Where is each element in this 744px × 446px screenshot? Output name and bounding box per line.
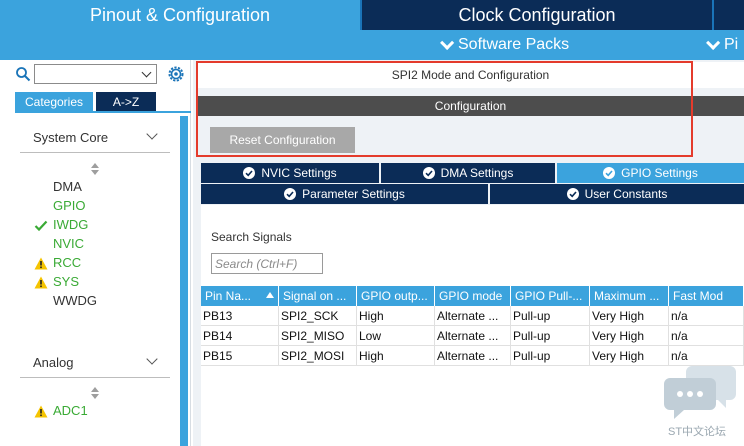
software-packs-label: Software Packs	[458, 36, 570, 53]
tab-clock-configuration[interactable]: Clock Configuration	[362, 0, 712, 30]
sort-icon[interactable]	[91, 163, 99, 175]
table-cell: Very High	[590, 326, 669, 346]
tab-pinout-configuration[interactable]: Pinout & Configuration	[0, 0, 360, 30]
table-cell: Low	[357, 326, 435, 346]
search-signals-label: Search Signals	[211, 230, 292, 244]
table-cell: n/a	[669, 326, 744, 346]
peripheral-item-dma[interactable]: DMA	[53, 179, 82, 194]
check-circle-icon	[243, 167, 256, 179]
pinout-menu[interactable]: Pi	[706, 30, 738, 60]
category-tab-underline	[15, 111, 191, 113]
table-cell: Alternate ...	[435, 306, 511, 326]
search-icon[interactable]	[15, 66, 31, 82]
peripheral-item-gpio[interactable]: GPIO	[53, 198, 86, 213]
column-header-label: GPIO Pull-...	[515, 289, 583, 303]
check-circle-icon	[566, 188, 579, 200]
column-header-label: Signal on ...	[283, 289, 347, 303]
tab-label: Parameter Settings	[302, 187, 405, 201]
table-cell: High	[357, 306, 435, 326]
system-core-header[interactable]: System Core	[33, 130, 108, 145]
tab-parameter-settings[interactable]: Parameter Settings	[201, 184, 488, 204]
peripheral-list-scrollbar[interactable]	[180, 116, 188, 446]
tab-label: DMA Settings	[440, 166, 514, 180]
peripheral-item-rcc[interactable]: RCC	[53, 255, 81, 270]
tab-nvic-settings[interactable]: NVIC Settings	[201, 163, 379, 183]
table-row[interactable]: PB15 SPI2_MOSI High Alternate ... Pull-up Ver…	[201, 346, 744, 366]
forum-watermark-text: ST中文论坛	[668, 426, 727, 438]
check-icon	[34, 220, 48, 232]
chevron-down-icon	[440, 35, 455, 50]
tab-dma-settings[interactable]: DMA Settings	[381, 163, 555, 183]
configuration-header: Configuration	[197, 96, 744, 116]
peripheral-item-adc1[interactable]: ADC1	[53, 403, 88, 418]
peripheral-search-combo[interactable]	[34, 64, 157, 84]
column-header[interactable]: Fast Mod	[669, 286, 744, 306]
table-cell: Pull-up	[511, 326, 590, 346]
table-cell: n/a	[669, 346, 744, 366]
table-cell: PB13	[201, 306, 279, 326]
tab-label: GPIO Settings	[621, 166, 698, 180]
table-cell: PB15	[201, 346, 279, 366]
column-header[interactable]: Maximum ...	[590, 286, 669, 306]
peripheral-item-nvic[interactable]: NVIC	[53, 236, 84, 251]
table-cell: SPI2_SCK	[279, 306, 357, 326]
column-header-label: GPIO outp...	[361, 289, 428, 303]
forum-logo	[664, 366, 736, 419]
chevron-down-icon[interactable]	[141, 67, 152, 78]
mode-title: SPI2 Mode and Configuration	[197, 62, 744, 88]
software-packs-menu[interactable]: Software Packs	[440, 30, 569, 60]
pinout-menu-label: Pi	[724, 36, 739, 53]
table-cell: n/a	[669, 306, 744, 326]
table-row[interactable]: PB13 SPI2_SCK High Alternate ... Pull-up Very…	[201, 306, 744, 326]
analog-header[interactable]: Analog	[33, 355, 73, 370]
reset-configuration-button[interactable]: Reset Configuration	[210, 127, 355, 153]
tab-categories[interactable]: Categories	[15, 92, 93, 112]
table-cell: High	[357, 346, 435, 366]
peripheral-item-iwdg[interactable]: IWDG	[53, 217, 88, 232]
sort-ascending-icon	[266, 292, 274, 298]
column-header[interactable]: Signal on ...	[279, 286, 357, 306]
table-row[interactable]: PB14 SPI2_MISO Low Alternate ... Pull-up Very…	[201, 326, 744, 346]
sort-icon[interactable]	[91, 387, 99, 399]
column-header-label: Pin Na...	[205, 289, 252, 303]
search-signals-input[interactable]	[211, 253, 323, 274]
peripheral-item-sys[interactable]: SYS	[53, 274, 79, 289]
table-cell: Pull-up	[511, 346, 590, 366]
chevron-down-icon	[706, 35, 721, 50]
menu-bar: Software Packs Pi	[0, 30, 744, 60]
column-header[interactable]: GPIO mode	[435, 286, 511, 306]
table-cell: Alternate ...	[435, 346, 511, 366]
check-circle-icon	[284, 188, 297, 200]
column-header-label: Maximum ...	[594, 289, 660, 303]
section-divider	[20, 152, 170, 153]
column-header[interactable]: GPIO outp...	[357, 286, 435, 306]
tab-user-constants[interactable]: User Constants	[490, 184, 744, 204]
table-cell: SPI2_MOSI	[279, 346, 357, 366]
warning-icon	[34, 276, 48, 289]
tab-overflow[interactable]	[714, 0, 744, 30]
table-cell: Very High	[590, 306, 669, 326]
tab-label: User Constants	[584, 187, 668, 201]
top-tab-bar: Pinout & Configuration Clock Configurati…	[0, 0, 744, 30]
peripheral-item-wwdg[interactable]: WWDG	[53, 293, 97, 308]
warning-icon	[34, 257, 48, 270]
table-cell: SPI2_MISO	[279, 326, 357, 346]
table-cell: Pull-up	[511, 306, 590, 326]
table-cell: Very High	[590, 346, 669, 366]
check-circle-icon	[422, 167, 435, 179]
tab-a-to-z[interactable]: A->Z	[96, 92, 156, 112]
column-header-label: Fast Mod	[673, 289, 724, 303]
tab-gpio-settings[interactable]: GPIO Settings	[557, 163, 744, 183]
check-circle-icon	[603, 167, 616, 179]
table-cell: PB14	[201, 326, 279, 346]
table-cell: Alternate ...	[435, 326, 511, 346]
warning-icon	[34, 405, 48, 418]
column-header-label: GPIO mode	[439, 289, 503, 303]
tab-label: NVIC Settings	[261, 166, 337, 180]
column-header[interactable]: Pin Na...	[201, 286, 279, 306]
column-header[interactable]: GPIO Pull-...	[511, 286, 590, 306]
gear-icon[interactable]	[166, 64, 186, 84]
section-divider	[20, 377, 170, 378]
